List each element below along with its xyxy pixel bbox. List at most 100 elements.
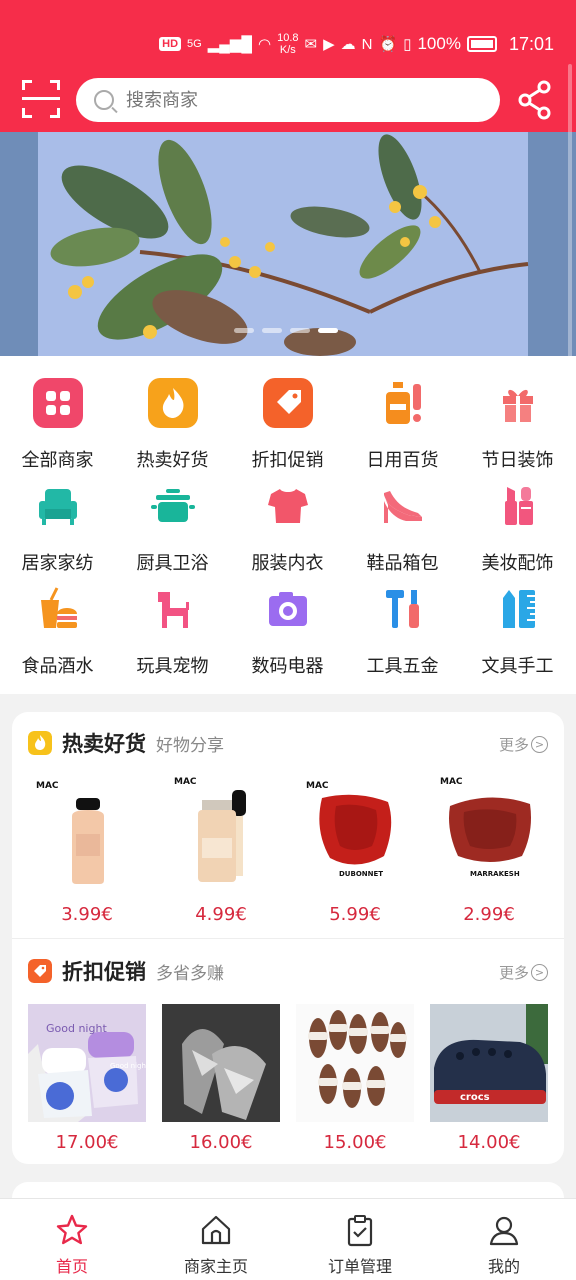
chevron-right-icon: > [531, 736, 548, 753]
product-image: MAC [174, 777, 246, 882]
camera-icon [268, 592, 307, 626]
search-input[interactable] [126, 89, 466, 111]
product-image: MAC DUBONNET [306, 781, 392, 878]
price-tag-icon [262, 378, 313, 428]
banner-dot [290, 328, 310, 333]
featured-sections-card: 热卖好货 好物分享 更多 > MAC 3.99€ MAC 4.99€ MAC DU [12, 712, 564, 1164]
video-app-icon: ▶ [323, 36, 335, 53]
banner-pagination [234, 328, 338, 333]
product-image: Good night Good night [28, 1004, 149, 1122]
product-image: MAC [36, 781, 104, 884]
category-label: 玩具宠物 [136, 656, 209, 677]
dog-toy-icon [157, 592, 189, 628]
category-label: 工具五金 [366, 656, 439, 677]
product-shade-name: DUBONNET [339, 870, 383, 878]
flame-icon [147, 378, 198, 428]
banner-image [0, 132, 576, 356]
product-price: 16.00€ [189, 1132, 253, 1153]
hot-product[interactable]: MAC 3.99€ [28, 776, 146, 925]
signal-icon: ▂▄▆█ [207, 36, 253, 53]
product-image: crocs [430, 1004, 548, 1122]
product-price: 2.99€ [463, 904, 515, 925]
category-item[interactable]: 工具五金 [345, 562, 460, 677]
discount-product[interactable]: 15.00€ [296, 1004, 414, 1153]
category-label: 数码电器 [251, 656, 324, 677]
battery-percent: 100% [417, 34, 461, 53]
promo-banner[interactable] [0, 132, 576, 356]
mail-icon: ✉ [304, 36, 318, 53]
discount-more-link[interactable]: 更多 > [499, 962, 548, 983]
product-price: 14.00€ [457, 1132, 521, 1153]
battery-icon [466, 36, 497, 52]
hot-product[interactable]: MAC MARRAKESH 2.99€ [430, 776, 548, 925]
ruler-pencil-icon [502, 590, 535, 628]
category-item[interactable]: 热卖好货 [115, 356, 230, 471]
category-item[interactable]: 全部商家 [0, 356, 115, 471]
user-icon [489, 1216, 519, 1246]
product-image: MAC MARRAKESH [440, 777, 531, 878]
network-type: 5G [187, 38, 202, 50]
discount-product[interactable]: Good night Good night 17.00€ [28, 1004, 149, 1153]
hot-product[interactable]: MAC 4.99€ [162, 776, 280, 925]
nav-label: 我的 [487, 1257, 520, 1276]
chevron-right-icon: > [531, 964, 548, 981]
nav-label: 商家主页 [183, 1257, 248, 1276]
banner-dot-active [318, 328, 338, 333]
product-price: 17.00€ [55, 1132, 119, 1153]
toiletries-icon [385, 382, 421, 424]
discount-section-header: 折扣促销 多省多赚 [28, 956, 224, 986]
product-image [162, 1004, 280, 1122]
hot-more-link[interactable]: 更多 > [499, 734, 548, 755]
category-item[interactable]: 居家家纺 [0, 459, 115, 574]
search-icon [94, 90, 114, 110]
network-speed: 10.8 K/s [277, 32, 299, 56]
cooking-pot-icon [150, 489, 195, 522]
discount-section-title: 折扣促销 [62, 960, 146, 984]
category-item[interactable]: 数码电器 [230, 562, 345, 677]
product-image-text: Good night [110, 1062, 146, 1070]
hot-section-header: 热卖好货 好物分享 [28, 728, 224, 758]
category-grid: 全部商家 热卖好货 折扣促销 日用百货 节日装饰 居家家纺 厨具卫浴 服装内衣 … [0, 356, 576, 694]
hot-section-title: 热卖好货 [62, 732, 146, 756]
brand-logo-text: MAC [440, 777, 463, 787]
product-image-text: crocs [460, 1092, 490, 1103]
nav-orders[interactable]: 订单管理 [288, 1199, 432, 1280]
page-scrollbar [568, 64, 572, 376]
hammer-screwdriver-icon [385, 590, 419, 628]
alarm-icon: ⏰ [378, 36, 398, 53]
lipstick-icon [504, 487, 533, 525]
category-item[interactable]: 日用百货 [345, 356, 460, 471]
nav-label: 订单管理 [327, 1257, 392, 1276]
nav-shop-home[interactable]: 商家主页 [144, 1199, 288, 1280]
scan-icon[interactable] [22, 80, 60, 118]
share-icon[interactable] [516, 80, 554, 120]
clock: 17:01 [508, 33, 554, 54]
category-item[interactable]: 节日装饰 [460, 356, 575, 471]
product-price: 5.99€ [329, 904, 381, 925]
banner-dot [262, 328, 282, 333]
hot-product[interactable]: MAC DUBONNET 5.99€ [296, 776, 414, 925]
discount-product[interactable]: 16.00€ [162, 1004, 280, 1153]
brand-logo-text: MAC [306, 781, 329, 791]
price-tag-icon [28, 959, 52, 983]
category-item[interactable]: 玩具宠物 [115, 562, 230, 677]
armchair-icon [38, 489, 77, 525]
clipboard-check-icon [347, 1215, 373, 1247]
search-bar[interactable] [76, 78, 500, 122]
category-item[interactable]: 食品酒水 [0, 562, 115, 677]
category-item[interactable]: 美妆配饰 [460, 459, 575, 574]
discount-product[interactable]: crocs 14.00€ [430, 1004, 548, 1153]
tshirt-icon [267, 489, 308, 523]
category-item[interactable]: 文具手工 [460, 562, 575, 677]
nav-home[interactable]: 首页 [0, 1199, 144, 1280]
nav-profile[interactable]: 我的 [432, 1199, 576, 1280]
category-item[interactable]: 厨具卫浴 [115, 459, 230, 574]
product-shade-name: MARRAKESH [470, 870, 520, 878]
cloud-app-icon: ☁ [340, 36, 356, 53]
category-item[interactable]: 服装内衣 [230, 459, 345, 574]
category-item[interactable]: 折扣促销 [230, 356, 345, 471]
product-price: 4.99€ [195, 904, 247, 925]
hd-badge: HD [159, 37, 182, 51]
app-header: HD 5G ▂▄▆█ ◠ 10.8 K/s ✉ ▶ ☁ Ν ⏰ ▯ 100% 17… [0, 0, 576, 132]
category-item[interactable]: 鞋品箱包 [345, 459, 460, 574]
